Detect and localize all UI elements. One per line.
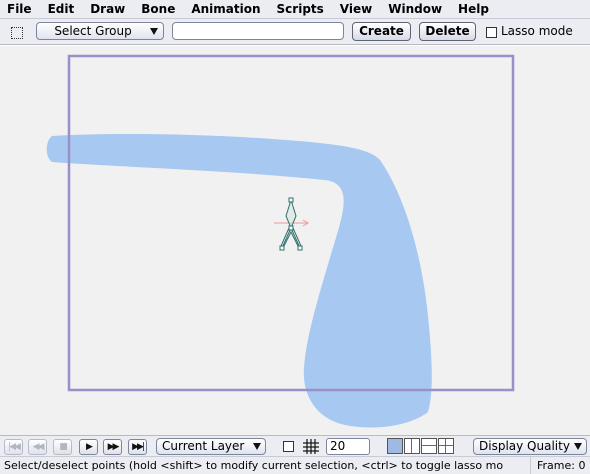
delete-button[interactable]: Delete [419, 22, 476, 41]
grid-icon[interactable] [303, 439, 319, 454]
menu-animation[interactable]: Animation [183, 0, 268, 19]
step-forward-icon[interactable]: ▶▶ [103, 439, 122, 455]
rewind-to-start-icon[interactable]: |◀◀ [4, 439, 23, 455]
tool-options-bar: Select Group Create Delete Lasso mode [0, 19, 590, 45]
menu-view[interactable]: View [332, 0, 380, 19]
timeline-controls: |◀◀ ◀◀ ■ ▶ ▶▶ ▶▶| Current Layer 20 Displ… [0, 435, 590, 456]
lasso-mode-checkbox[interactable] [486, 27, 497, 38]
single-view-icon[interactable] [387, 438, 403, 454]
select-group-dropdown[interactable]: Select Group [36, 22, 164, 40]
menu-file[interactable]: File [0, 0, 40, 19]
chevron-down-icon [574, 443, 582, 450]
layer-select-label: Current Layer [162, 439, 245, 453]
canvas-svg [46, 54, 515, 428]
step-back-icon[interactable]: ◀◀ [28, 439, 47, 455]
marquee-select-icon[interactable] [11, 27, 23, 39]
play-icon[interactable]: ▶ [79, 439, 98, 455]
fps-input[interactable]: 20 [326, 438, 370, 455]
menu-bar: File Edit Draw Bone Animation Scripts Vi… [0, 0, 590, 19]
menu-edit[interactable]: Edit [40, 0, 83, 19]
lasso-mode-label: Lasso mode [501, 24, 573, 38]
layer-visibility-select[interactable]: Current Layer [156, 438, 266, 455]
status-bar: Select/deselect points (hold <shift> to … [0, 456, 590, 474]
menu-help[interactable]: Help [450, 0, 497, 19]
split-horizontal-icon[interactable] [421, 438, 437, 454]
frame-counter: Frame: 0 [530, 457, 590, 474]
menu-scripts[interactable]: Scripts [269, 0, 332, 19]
bone-skeleton[interactable] [279, 197, 303, 251]
menu-window[interactable]: Window [380, 0, 450, 19]
display-quality-label: Display Quality [479, 439, 570, 453]
menu-bone[interactable]: Bone [133, 0, 183, 19]
stop-icon[interactable]: ■ [53, 439, 72, 455]
quad-view-icon[interactable] [438, 438, 454, 454]
drawing-canvas[interactable] [0, 46, 590, 435]
split-vertical-icon[interactable] [404, 438, 420, 454]
status-message: Select/deselect points (hold <shift> to … [4, 459, 504, 472]
forward-to-end-icon[interactable]: ▶▶| [128, 439, 147, 455]
group-name-input[interactable] [172, 22, 344, 40]
chevron-down-icon [253, 443, 261, 450]
onion-skin-checkbox[interactable] [283, 441, 294, 452]
menu-draw[interactable]: Draw [82, 0, 133, 19]
select-group-label: Select Group [54, 24, 132, 38]
filled-shape[interactable] [46, 134, 432, 428]
create-button[interactable]: Create [352, 22, 411, 41]
chevron-down-icon [150, 28, 158, 35]
display-quality-select[interactable]: Display Quality [473, 438, 587, 455]
